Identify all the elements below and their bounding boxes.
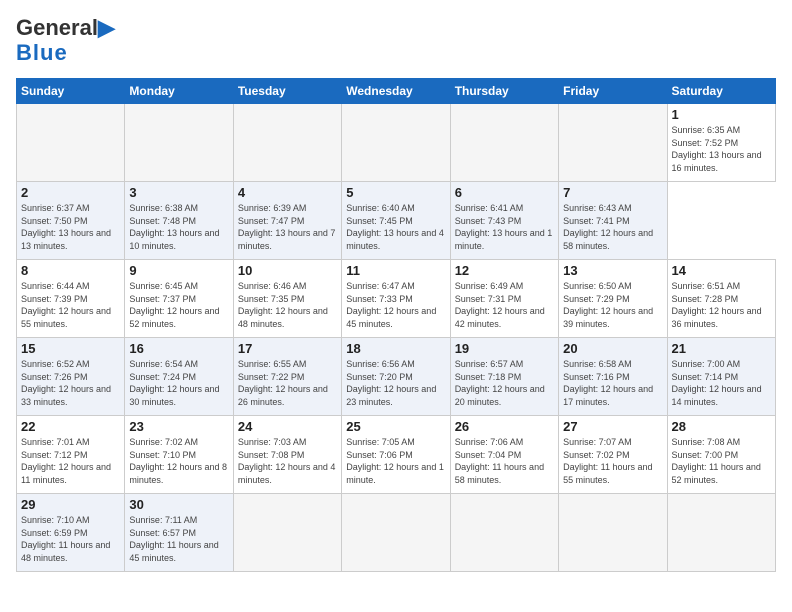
calendar-day-16: 16Sunrise: 6:54 AMSunset: 7:24 PMDayligh…: [125, 338, 233, 416]
calendar-day-4: 4Sunrise: 6:39 AMSunset: 7:47 PMDaylight…: [233, 182, 341, 260]
empty-cell: [559, 104, 667, 182]
weekday-thursday: Thursday: [450, 79, 558, 104]
calendar-day-17: 17Sunrise: 6:55 AMSunset: 7:22 PMDayligh…: [233, 338, 341, 416]
calendar-day-22: 22Sunrise: 7:01 AMSunset: 7:12 PMDayligh…: [17, 416, 125, 494]
weekday-wednesday: Wednesday: [342, 79, 450, 104]
empty-cell: [450, 104, 558, 182]
calendar-day-23: 23Sunrise: 7:02 AMSunset: 7:10 PMDayligh…: [125, 416, 233, 494]
logo: General▶ Blue: [16, 16, 115, 66]
empty-cell: [233, 494, 341, 572]
empty-cell: [342, 494, 450, 572]
weekday-tuesday: Tuesday: [233, 79, 341, 104]
empty-cell: [233, 104, 341, 182]
calendar-day-7: 7Sunrise: 6:43 AMSunset: 7:41 PMDaylight…: [559, 182, 667, 260]
calendar-week-4: 22Sunrise: 7:01 AMSunset: 7:12 PMDayligh…: [17, 416, 776, 494]
empty-cell: [125, 104, 233, 182]
calendar-week-0: 1Sunrise: 6:35 AMSunset: 7:52 PMDaylight…: [17, 104, 776, 182]
weekday-friday: Friday: [559, 79, 667, 104]
calendar-day-21: 21Sunrise: 7:00 AMSunset: 7:14 PMDayligh…: [667, 338, 775, 416]
empty-cell: [342, 104, 450, 182]
calendar-day-14: 14Sunrise: 6:51 AMSunset: 7:28 PMDayligh…: [667, 260, 775, 338]
empty-cell: [450, 494, 558, 572]
calendar-week-2: 8Sunrise: 6:44 AMSunset: 7:39 PMDaylight…: [17, 260, 776, 338]
calendar-day-26: 26Sunrise: 7:06 AMSunset: 7:04 PMDayligh…: [450, 416, 558, 494]
calendar-day-12: 12Sunrise: 6:49 AMSunset: 7:31 PMDayligh…: [450, 260, 558, 338]
logo-text: General▶: [16, 16, 115, 40]
calendar-day-3: 3Sunrise: 6:38 AMSunset: 7:48 PMDaylight…: [125, 182, 233, 260]
calendar-day-1: 1Sunrise: 6:35 AMSunset: 7:52 PMDaylight…: [667, 104, 775, 182]
calendar-day-29: 29Sunrise: 7:10 AMSunset: 6:59 PMDayligh…: [17, 494, 125, 572]
calendar-day-27: 27Sunrise: 7:07 AMSunset: 7:02 PMDayligh…: [559, 416, 667, 494]
weekday-saturday: Saturday: [667, 79, 775, 104]
logo-blue: Blue: [16, 40, 68, 66]
header: General▶ Blue: [16, 16, 776, 66]
calendar-day-11: 11Sunrise: 6:47 AMSunset: 7:33 PMDayligh…: [342, 260, 450, 338]
calendar-day-20: 20Sunrise: 6:58 AMSunset: 7:16 PMDayligh…: [559, 338, 667, 416]
calendar-day-2: 2Sunrise: 6:37 AMSunset: 7:50 PMDaylight…: [17, 182, 125, 260]
calendar-week-5: 29Sunrise: 7:10 AMSunset: 6:59 PMDayligh…: [17, 494, 776, 572]
calendar-day-9: 9Sunrise: 6:45 AMSunset: 7:37 PMDaylight…: [125, 260, 233, 338]
calendar-day-25: 25Sunrise: 7:05 AMSunset: 7:06 PMDayligh…: [342, 416, 450, 494]
calendar-week-3: 15Sunrise: 6:52 AMSunset: 7:26 PMDayligh…: [17, 338, 776, 416]
weekday-sunday: Sunday: [17, 79, 125, 104]
weekday-monday: Monday: [125, 79, 233, 104]
calendar-day-13: 13Sunrise: 6:50 AMSunset: 7:29 PMDayligh…: [559, 260, 667, 338]
calendar-day-30: 30Sunrise: 7:11 AMSunset: 6:57 PMDayligh…: [125, 494, 233, 572]
calendar-table: SundayMondayTuesdayWednesdayThursdayFrid…: [16, 78, 776, 572]
empty-cell: [667, 494, 775, 572]
calendar-day-24: 24Sunrise: 7:03 AMSunset: 7:08 PMDayligh…: [233, 416, 341, 494]
calendar-day-18: 18Sunrise: 6:56 AMSunset: 7:20 PMDayligh…: [342, 338, 450, 416]
weekday-header: SundayMondayTuesdayWednesdayThursdayFrid…: [17, 79, 776, 104]
empty-cell: [559, 494, 667, 572]
empty-cell: [17, 104, 125, 182]
page: General▶ Blue SundayMondayTuesdayWednesd…: [0, 0, 792, 588]
calendar-day-5: 5Sunrise: 6:40 AMSunset: 7:45 PMDaylight…: [342, 182, 450, 260]
calendar-day-28: 28Sunrise: 7:08 AMSunset: 7:00 PMDayligh…: [667, 416, 775, 494]
calendar-day-15: 15Sunrise: 6:52 AMSunset: 7:26 PMDayligh…: [17, 338, 125, 416]
calendar-day-6: 6Sunrise: 6:41 AMSunset: 7:43 PMDaylight…: [450, 182, 558, 260]
calendar-day-19: 19Sunrise: 6:57 AMSunset: 7:18 PMDayligh…: [450, 338, 558, 416]
calendar-day-10: 10Sunrise: 6:46 AMSunset: 7:35 PMDayligh…: [233, 260, 341, 338]
calendar-day-8: 8Sunrise: 6:44 AMSunset: 7:39 PMDaylight…: [17, 260, 125, 338]
calendar-week-1: 2Sunrise: 6:37 AMSunset: 7:50 PMDaylight…: [17, 182, 776, 260]
